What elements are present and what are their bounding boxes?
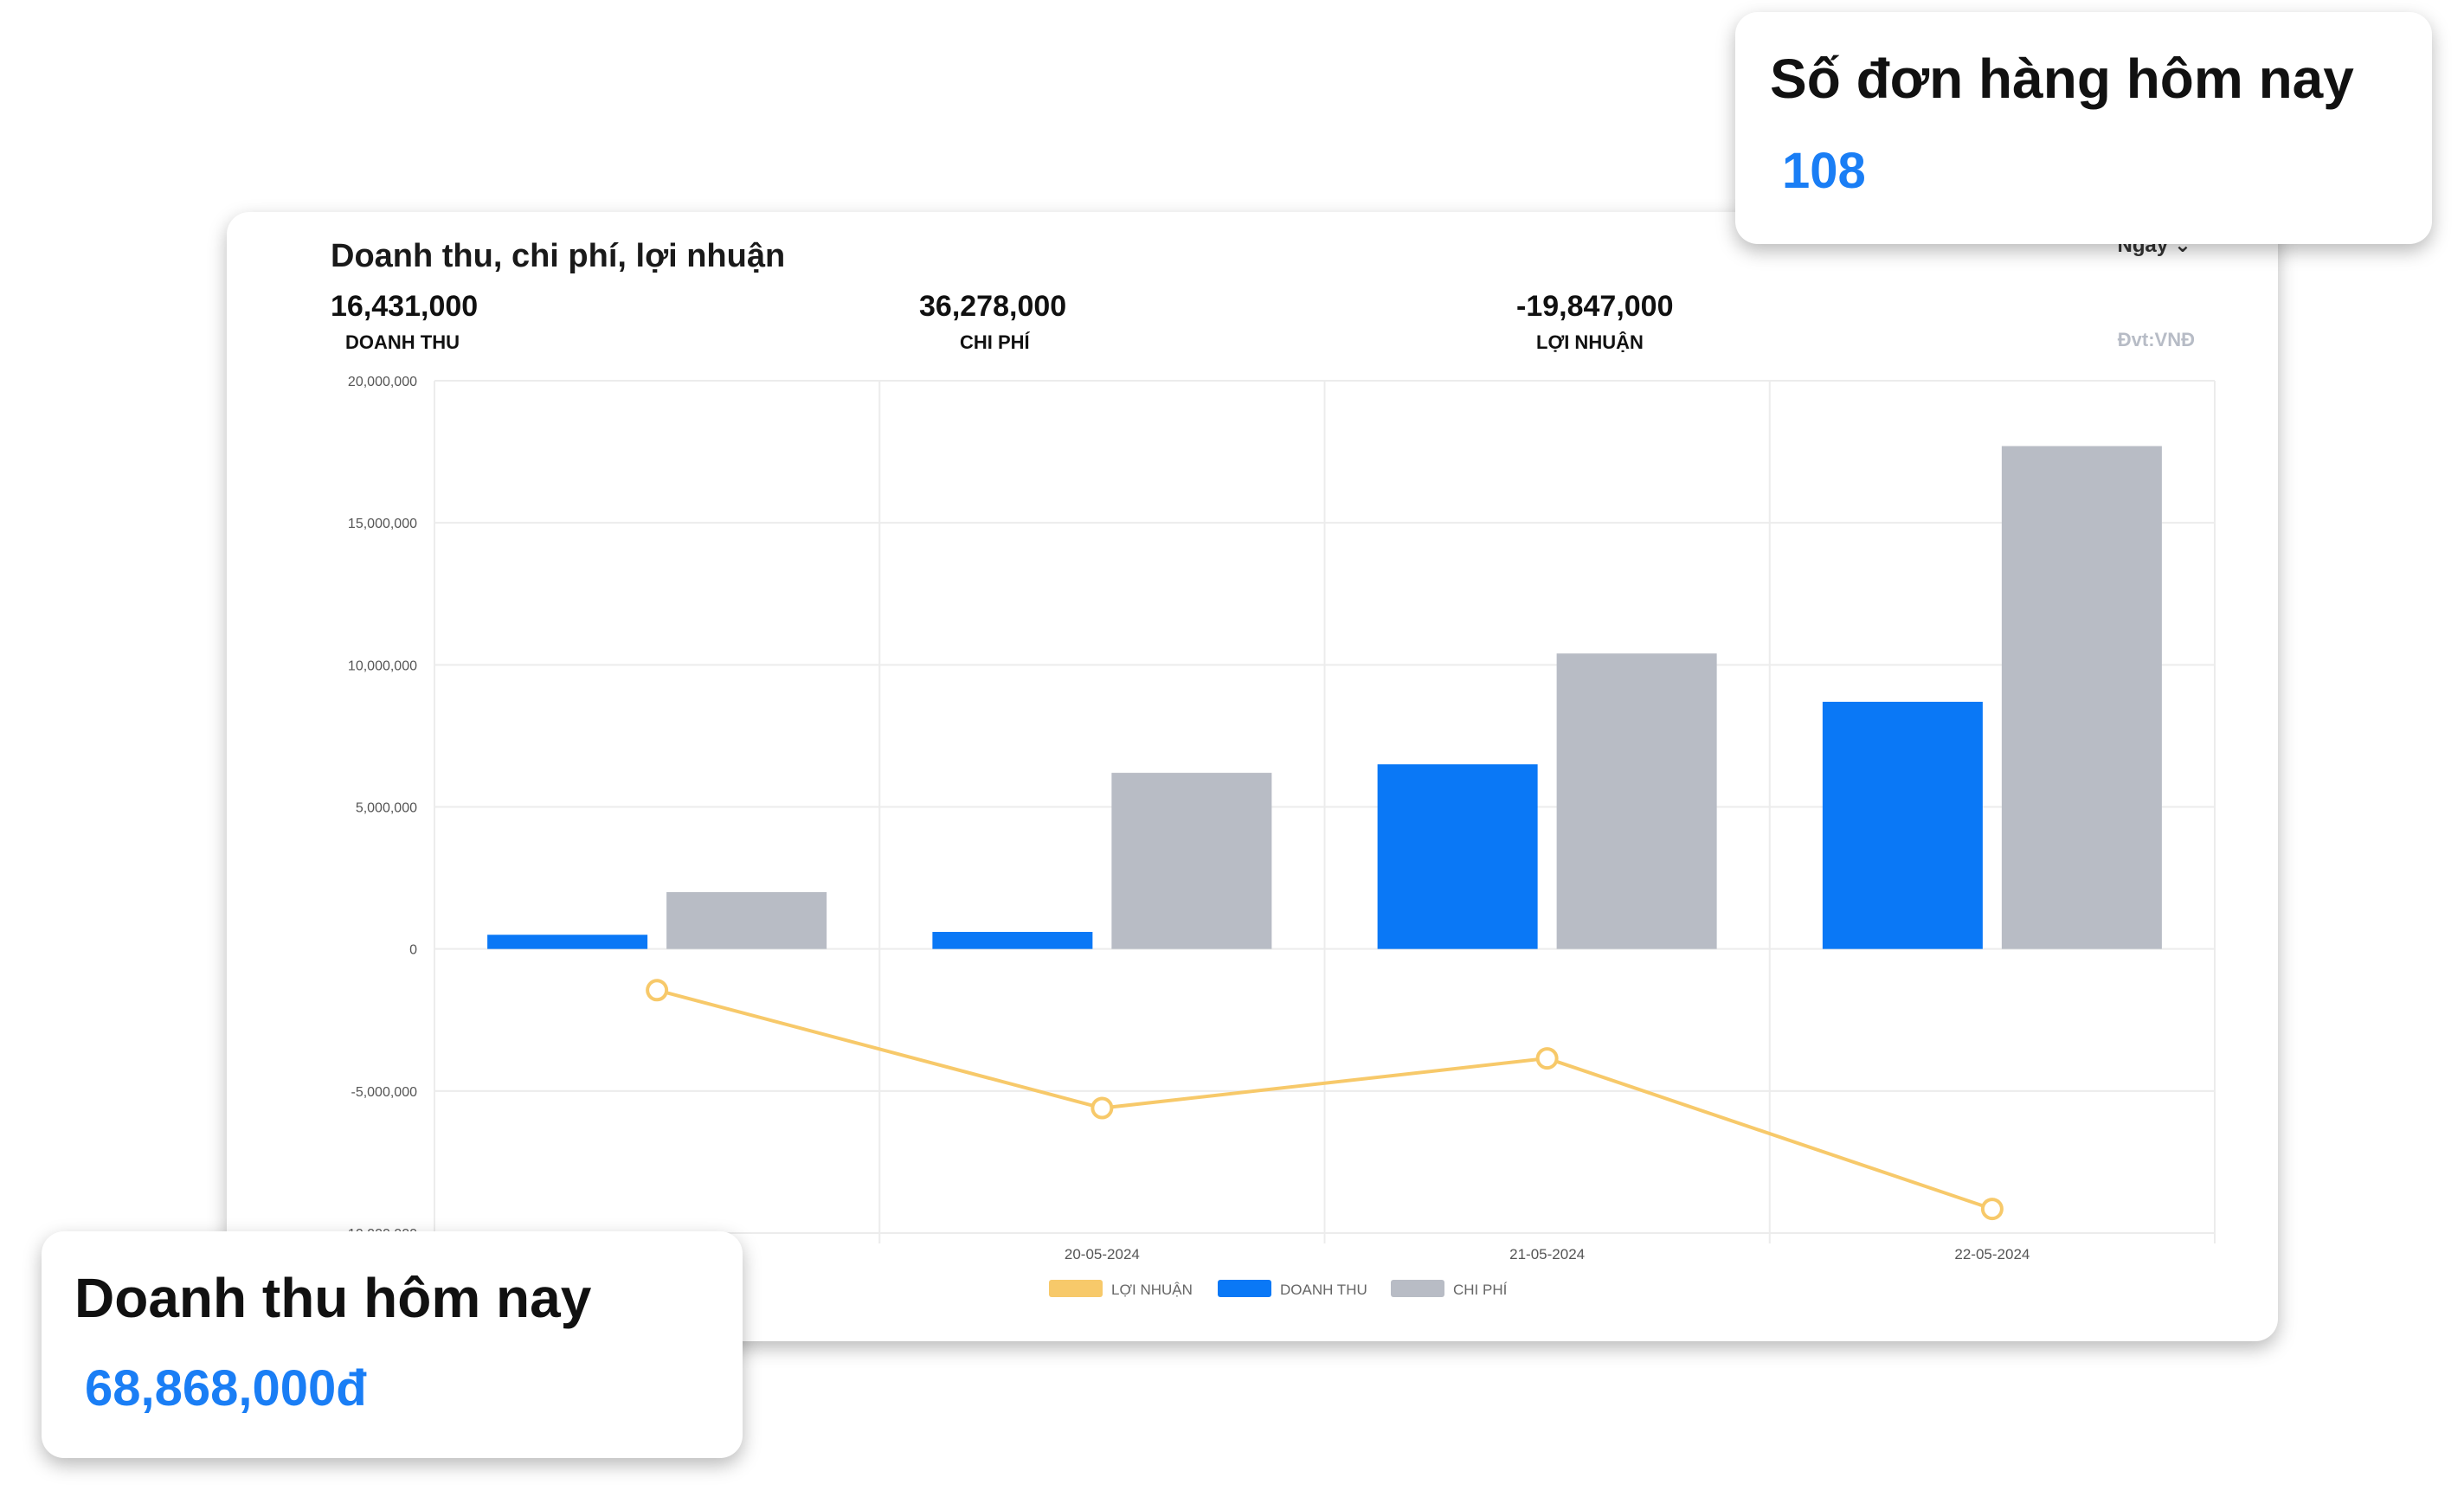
orders-today-card: Số đơn hàng hôm nay 108 [1735, 12, 2432, 244]
legend-swatch [1391, 1280, 1444, 1297]
orders-today-title: Số đơn hàng hôm nay [1770, 48, 2354, 110]
y-tick-label: 0 [409, 943, 417, 958]
x-tick-label: 21-05-2024 [1509, 1246, 1585, 1262]
y-tick-label: 15,000,000 [348, 517, 417, 531]
orders-today-value: 108 [1782, 143, 1866, 199]
y-tick-label: 5,000,000 [356, 801, 417, 816]
x-tick-label: 22-05-2024 [1954, 1246, 2030, 1262]
bar-cost [1111, 773, 1272, 949]
legend-label: CHI PHÍ [1453, 1282, 1508, 1298]
bar-revenue [487, 935, 648, 949]
legend-label: DOANH THU [1280, 1282, 1367, 1298]
profit-point [1980, 1198, 2004, 1221]
profit-point [646, 979, 669, 1002]
y-tick-label: 20,000,000 [348, 375, 417, 389]
profit-point [1535, 1047, 1559, 1070]
x-tick-label: 20-05-2024 [1065, 1246, 1140, 1262]
chart-card: Doanh thu, chi phí, lợi nhuận Ngày ⌄ 16,… [227, 212, 2278, 1341]
revenue-today-title: Doanh thu hôm nay [74, 1267, 592, 1329]
bar-cost [1556, 653, 1717, 949]
profit-point [1090, 1096, 1114, 1120]
bar-revenue [1822, 702, 1983, 949]
bar-cost [666, 892, 827, 949]
revenue-today-value: 68,868,000đ [85, 1360, 367, 1417]
legend-swatch [1218, 1280, 1271, 1297]
bar-revenue [932, 931, 1093, 949]
legend-swatch [1049, 1280, 1103, 1297]
y-tick-label: 10,000,000 [348, 659, 417, 673]
y-tick-label: -5,000,000 [351, 1085, 417, 1100]
revenue-today-card: Doanh thu hôm nay 68,868,000đ [42, 1231, 743, 1458]
chart-plot: 20,000,000 15,000,000 10,000,000 5,000,000 0… [344, 375, 2216, 1298]
bar-revenue [1377, 764, 1538, 949]
bar-cost [2001, 446, 2162, 949]
legend-label: LỢI NHUẬN [1111, 1282, 1193, 1298]
